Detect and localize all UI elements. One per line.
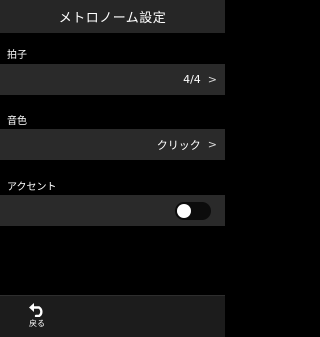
toggle-knob — [177, 203, 191, 218]
chevron-right-icon: > — [207, 138, 217, 151]
time-signature-value: 4/4 — [183, 73, 201, 86]
accent-toggle[interactable] — [175, 201, 211, 220]
sound-label: 音色 — [7, 116, 27, 127]
chevron-right-icon: > — [207, 73, 217, 86]
page-title: メトロノーム設定 — [58, 11, 167, 26]
back-arrow-icon — [29, 303, 43, 317]
screen-header: メトロノーム設定 — [0, 0, 225, 33]
back-button[interactable]: 戻る — [22, 302, 52, 336]
sound-row[interactable]: クリック > — [0, 129, 225, 160]
accent-label: アクセント — [7, 182, 57, 193]
bottom-toolbar: 戻る — [0, 295, 225, 337]
sound-value: クリック — [156, 138, 201, 152]
back-label: 戻る — [29, 319, 45, 328]
time-signature-label: 拍子 — [7, 50, 27, 61]
accent-row — [0, 195, 225, 226]
time-signature-row[interactable]: 4/4 > — [0, 64, 225, 95]
